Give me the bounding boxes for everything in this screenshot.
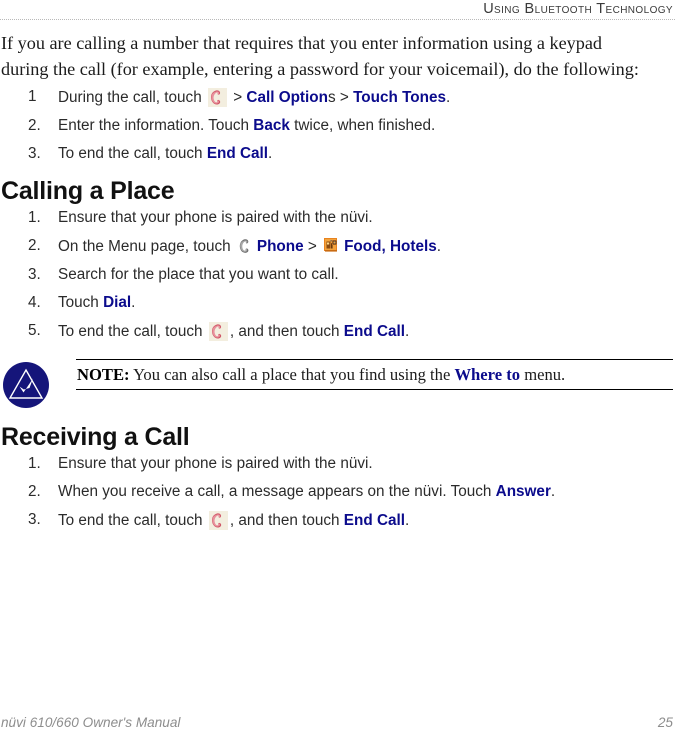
step-text: Ensure that your phone is paired with th… [58, 209, 373, 227]
ui-reference-end-call: End Call [206, 145, 269, 163]
phone-handset-gray-icon [237, 237, 255, 255]
step-number: 3. [28, 145, 41, 163]
ui-reference-where-to: Where to [454, 365, 521, 385]
step-text-end: . [436, 238, 441, 256]
list-item: 2. When you receive a call, a message ap… [1, 483, 673, 501]
step-number: 2. [28, 117, 41, 135]
page-header: Using Bluetooth Technology [0, 0, 675, 18]
ui-reference-end-call: End Call [343, 512, 405, 530]
list-item: 1 During the call, touch > Call Options … [1, 88, 673, 108]
step-number: 1. [28, 209, 41, 227]
step-number: 3. [28, 266, 41, 284]
note-callout: NOTE: You can also call a place that you… [1, 359, 673, 409]
step-number: 3. [28, 511, 41, 529]
list-item: 3. To end the call, touch End Call. [1, 145, 673, 163]
step-number: 2. [28, 483, 41, 501]
page-footer: nüvi 610/660 Owner's Manual 25 [1, 715, 673, 730]
step-number: 2. [28, 237, 41, 255]
step-text-middle: , and then touch [229, 323, 344, 341]
phone-handset-red-icon [208, 322, 228, 342]
list-item: 1. Ensure that your phone is paired with… [1, 209, 673, 227]
step-text-end: . [405, 512, 410, 530]
step-separator: > [228, 89, 247, 107]
ui-reference-end-call: End Call [343, 323, 405, 341]
garmin-note-triangle-check-icon [2, 361, 50, 409]
step-separator: > [303, 238, 322, 256]
note-text: NOTE: You can also call a place that you… [76, 363, 673, 389]
step-text: To end the call, touch [58, 145, 207, 163]
list-item: 1. Ensure that your phone is paired with… [1, 455, 673, 473]
step-number: 1. [28, 455, 41, 473]
ui-reference-phone: Phone [256, 238, 304, 256]
step-text-end: . [405, 323, 410, 341]
note-body: NOTE: You can also call a place that you… [76, 359, 673, 391]
list-item: 3. To end the call, touch , and then tou… [1, 511, 673, 531]
step-text: To end the call, touch [58, 512, 207, 530]
footer-manual-title: nüvi 610/660 Owner's Manual [1, 715, 181, 730]
step-text: Search for the place that you want to ca… [58, 266, 339, 284]
ui-reference-dial: Dial [103, 294, 132, 312]
food-hotels-icon [323, 237, 342, 256]
phone-handset-red-icon [207, 88, 227, 108]
note-text-after: menu. [520, 365, 566, 385]
step-text-end: . [268, 145, 273, 163]
step-text-tail: s [327, 89, 336, 107]
step-text-end: . [446, 89, 451, 107]
ui-reference-call-options: Call Option [246, 89, 328, 107]
step-number: 4. [28, 294, 41, 312]
ui-reference-touch-tones: Touch Tones [353, 89, 446, 107]
step-text: Touch [58, 294, 104, 312]
page-content: If you are calling a number that require… [1, 31, 673, 540]
touch-tones-step-list: 1 During the call, touch > Call Options … [1, 88, 673, 163]
list-item: 4. Touch Dial. [1, 294, 673, 312]
calling-place-step-list: 1. Ensure that your phone is paired with… [1, 209, 673, 342]
intro-paragraph: If you are calling a number that require… [1, 33, 639, 79]
step-text-end: . [131, 294, 136, 312]
ui-reference-back: Back [253, 117, 290, 135]
ui-reference-food-hotels: Food, Hotels [344, 238, 437, 256]
section-heading-receiving-a-call: Receiving a Call [1, 423, 190, 452]
step-text-end: twice, when finished. [289, 117, 436, 135]
step-text: During the call, touch [58, 89, 206, 107]
section-heading-calling-a-place: Calling a Place [1, 177, 175, 206]
header-divider [0, 19, 675, 20]
step-number: 5. [28, 322, 41, 340]
phone-handset-red-icon [208, 511, 228, 531]
step-text-end: . [550, 483, 556, 501]
footer-page-number: 25 [657, 715, 673, 730]
step-text: When you receive a call, a message appea… [58, 483, 496, 501]
step-text: Enter the information. Touch [58, 117, 254, 135]
list-item: 3. Search for the place that you want to… [1, 266, 673, 284]
step-text: Ensure that your phone is paired with th… [58, 455, 373, 473]
step-number: 1 [28, 88, 37, 106]
step-separator: > [335, 89, 354, 107]
list-item: 2. On the Menu page, touch Phone > Food,… [1, 237, 673, 256]
step-text-middle: , and then touch [229, 512, 344, 530]
step-text: To end the call, touch [58, 323, 207, 341]
step-text: On the Menu page, touch [58, 238, 235, 256]
note-text-before: You can also call a place that you find … [129, 365, 455, 385]
list-item: 5. To end the call, touch , and then tou… [1, 322, 673, 342]
ui-reference-answer: Answer [495, 483, 551, 501]
header-title: Using Bluetooth Technology [483, 1, 673, 17]
note-label: NOTE: [77, 365, 130, 385]
list-item: 2. Enter the information. Touch Back twi… [1, 117, 673, 135]
receiving-call-step-list: 1. Ensure that your phone is paired with… [1, 455, 673, 531]
